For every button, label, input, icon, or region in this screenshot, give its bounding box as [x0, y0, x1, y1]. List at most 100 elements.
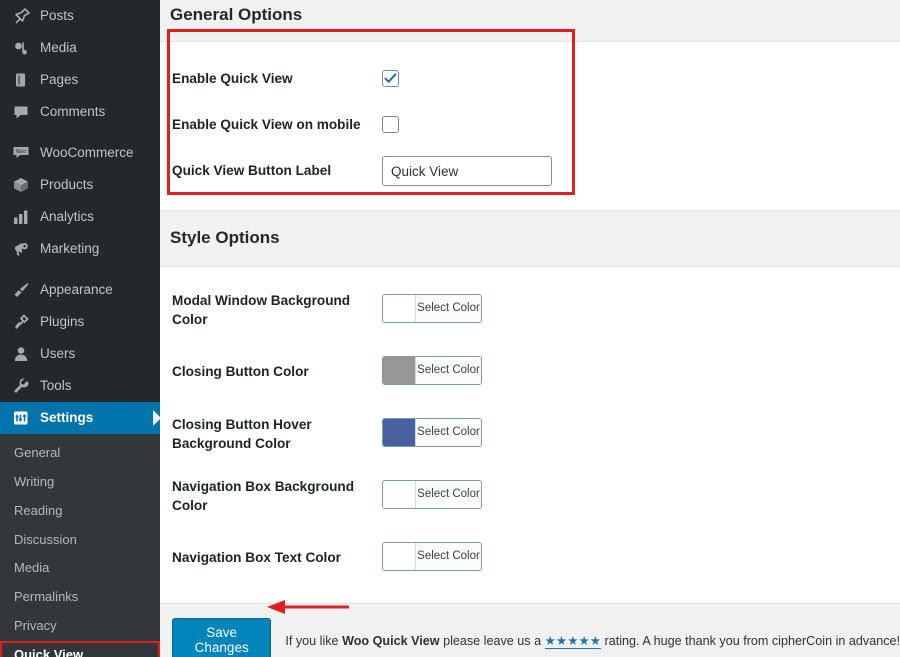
label-closing-button-color: Closing Button Color	[172, 364, 309, 380]
control-quick-view-button-label	[382, 156, 900, 186]
sidebar-item-media[interactable]: Media	[0, 32, 160, 64]
select-color-label: Select Color	[416, 356, 481, 384]
select-color-label: Select Color	[416, 480, 481, 508]
sidebar-item-label: Posts	[40, 8, 74, 24]
save-changes-button[interactable]: Save Changes	[172, 618, 272, 657]
paintbrush-icon	[14, 283, 29, 297]
sidebar-item-marketing[interactable]: Marketing	[0, 233, 160, 265]
checkmark-icon	[384, 73, 397, 84]
submenu-item-privacy[interactable]: Privacy	[0, 612, 160, 641]
sidebar-item-woocommerce[interactable]: Woo WooCommerce	[0, 137, 160, 169]
submenu-item-media[interactable]: Media	[0, 554, 160, 583]
media-icon	[10, 39, 32, 57]
sidebar-item-label: Tools	[40, 378, 72, 394]
pin-icon	[15, 8, 30, 24]
sidebar-item-analytics[interactable]: Analytics	[0, 201, 160, 233]
plugin-plug-icon	[10, 313, 32, 331]
user-icon	[14, 347, 28, 361]
footnote-mid: please leave us a	[439, 633, 545, 648]
analytics-bar-icon	[10, 208, 32, 226]
control-enable-quick-view-mobile	[382, 116, 900, 134]
color-picker-closing-button-color[interactable]: Select Color	[382, 355, 482, 385]
control-navigation-box-text-color: Select Color	[382, 541, 900, 575]
sidebar-item-label: Marketing	[40, 241, 100, 257]
row-enable-quick-view-mobile: Enable Quick View on mobile	[160, 102, 900, 148]
sidebar-item-users[interactable]: Users	[0, 338, 160, 370]
sidebar-item-appearance[interactable]: Appearance	[0, 274, 160, 306]
megaphone-icon	[15, 243, 28, 256]
control-closing-button-color: Select Color	[382, 355, 900, 389]
label-closing-button-hover-background-color: Closing Button Hover Background Color	[172, 417, 312, 451]
star-rating-link[interactable]: ★★★★★	[544, 633, 602, 649]
admin-sidebar: Posts Media Pages Comments Woo WooCommerce Pro…	[0, 0, 160, 657]
footnote-suffix: rating. A huge thank you from cipherCoin…	[601, 633, 900, 648]
settings-content: General Options Enable Quick View Enable…	[160, 0, 900, 657]
menu-separator	[0, 265, 160, 274]
submenu-item-permalinks[interactable]: Permalinks	[0, 583, 160, 612]
checkbox-enable-quick-view-mobile[interactable]	[382, 116, 399, 134]
paintbrush-icon	[10, 281, 32, 299]
quick-view-button-label-input[interactable]	[382, 156, 552, 186]
sidebar-item-tools[interactable]: Tools	[0, 370, 160, 402]
settings-sliders-icon	[14, 411, 28, 425]
sidebar-item-settings[interactable]: Settings	[0, 402, 160, 434]
color-swatch	[383, 542, 416, 570]
style-options-heading: Style Options	[170, 228, 280, 247]
row-enable-quick-view: Enable Quick View	[160, 56, 900, 102]
label-enable-quick-view-mobile: Enable Quick View on mobile	[172, 117, 361, 133]
sidebar-item-comments[interactable]: Comments	[0, 96, 160, 128]
sidebar-item-label: Users	[40, 346, 76, 362]
woocommerce-icon: Woo	[10, 144, 32, 162]
megaphone-icon	[10, 240, 32, 258]
products-cube-icon	[14, 178, 28, 192]
wrench-icon	[14, 378, 29, 393]
submenu-item-quick-view[interactable]: Quick View	[0, 640, 160, 657]
sidebar-item-pages[interactable]: Pages	[0, 64, 160, 96]
color-picker-modal-window-background-color[interactable]: Select Color	[382, 293, 482, 323]
row-navigation-box-background-color: Navigation Box Background Color Select Co…	[160, 465, 900, 527]
submenu-item-general[interactable]: General	[0, 439, 160, 468]
plugin-plug-icon	[15, 314, 29, 329]
submenu-item-reading[interactable]: Reading	[0, 497, 160, 526]
sidebar-item-posts[interactable]: Posts	[0, 0, 160, 32]
save-row: Save Changes If you like Woo Quick View …	[160, 618, 900, 657]
sidebar-item-label: Pages	[40, 72, 79, 88]
sidebar-item-label: Appearance	[40, 282, 113, 298]
general-options-panel: Enable Quick View Enable Quick View on m…	[160, 41, 900, 211]
general-options-heading: General Options	[170, 5, 303, 24]
wrench-icon	[10, 377, 32, 395]
pages-icon	[10, 71, 32, 89]
sidebar-item-products[interactable]: Products	[0, 169, 160, 201]
sidebar-item-plugins[interactable]: Plugins	[0, 306, 160, 338]
sidebar-item-label: Analytics	[40, 209, 95, 225]
label-quick-view-button-label: Quick View Button Label	[172, 163, 332, 179]
submenu-item-writing[interactable]: Writing	[0, 468, 160, 497]
sidebar-item-label: Settings	[40, 410, 94, 426]
color-picker-navigation-box-background-color[interactable]: Select Color	[382, 479, 482, 509]
sidebar-item-label: Products	[40, 177, 94, 193]
pages-icon	[16, 73, 25, 87]
color-picker-navigation-box-text-color[interactable]: Select Color	[382, 541, 482, 571]
color-swatch	[383, 418, 416, 446]
admin-menu: Posts Media Pages Comments Woo WooCommerce Pro…	[0, 0, 160, 434]
control-enable-quick-view	[382, 70, 900, 88]
color-swatch	[383, 480, 416, 508]
svg-text:Woo: Woo	[16, 149, 26, 155]
select-color-label: Select Color	[416, 418, 481, 446]
footnote-prefix: If you like	[285, 633, 343, 648]
label-navigation-box-text-color: Navigation Box Text Color	[172, 550, 341, 566]
row-closing-button-color: Closing Button Color Select Color	[160, 341, 900, 403]
label-navigation-box-background-color: Navigation Box Background Color	[172, 479, 355, 513]
checkbox-enable-quick-view[interactable]	[382, 70, 399, 88]
row-modal-window-background-color: Modal Window Background Color Select Colo…	[160, 279, 900, 341]
sidebar-item-label: WooCommerce	[40, 145, 134, 161]
user-icon	[10, 345, 32, 363]
select-color-label: Select Color	[416, 294, 481, 322]
row-closing-button-hover-background-color: Closing Button Hover Background Color Sel…	[160, 403, 900, 465]
color-swatch	[383, 356, 416, 384]
control-closing-button-hover-background-color: Select Color	[382, 417, 900, 451]
sidebar-item-label: Plugins	[40, 314, 85, 330]
style-options-rows: Modal Window Background Color Select Colo…	[160, 279, 900, 589]
submenu-item-discussion[interactable]: Discussion	[0, 526, 160, 555]
color-picker-closing-button-hover-background-color[interactable]: Select Color	[382, 417, 482, 447]
